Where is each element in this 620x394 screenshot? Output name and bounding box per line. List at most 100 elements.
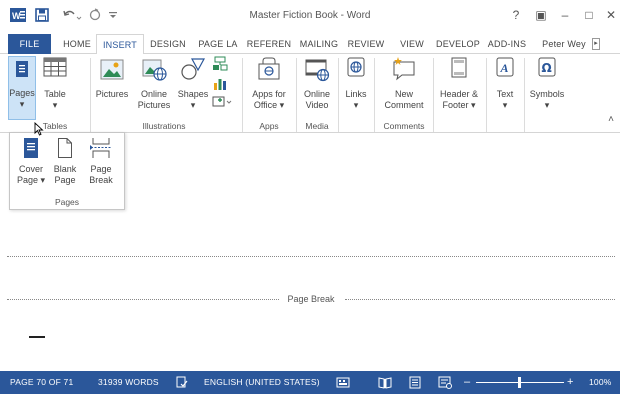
header-footer-label-1: Header & <box>439 89 479 99</box>
pages-dropdown-menu: Cover Page ▾ Blank Page Page Break Pages <box>9 132 125 210</box>
pages-button[interactable]: Pages ▾ <box>8 56 36 120</box>
links-button[interactable]: Links ▾ <box>341 56 371 111</box>
new-comment-icon <box>391 56 417 82</box>
pages-group-label: Pages <box>54 197 80 207</box>
help-button[interactable]: ? <box>507 6 525 24</box>
tab-developer[interactable]: DEVELOP <box>434 34 482 54</box>
zoom-out-button[interactable]: – <box>464 371 470 394</box>
group-separator <box>374 58 375 132</box>
group-media-label: Media <box>305 121 329 131</box>
symbols-label: Symbols <box>529 89 565 99</box>
shapes-icon <box>180 56 206 82</box>
tab-file[interactable]: FILE <box>8 34 51 54</box>
window-title: Master Fiction Book - Word <box>249 10 371 21</box>
ribbon-insert: Pages ▾ Table ▾ Tables Pictures Online P… <box>0 54 620 133</box>
language-status[interactable]: ENGLISH (UNITED STATES) <box>204 371 320 394</box>
page-boundary-line <box>7 256 615 257</box>
new-comment-label-2: Comment <box>384 100 424 110</box>
zoom-slider-thumb[interactable] <box>518 377 521 388</box>
tab-mailings[interactable]: MAILING <box>295 34 343 54</box>
proofing-icon[interactable] <box>176 376 188 389</box>
text-button[interactable]: A Text ▾ <box>490 56 520 111</box>
group-illustrations-label: Illustrations <box>142 121 186 131</box>
cover-page-icon <box>23 137 39 159</box>
tab-home[interactable]: HOME <box>58 34 96 54</box>
text-dropdown-arrow: ▾ <box>502 100 508 110</box>
pictures-button[interactable]: Pictures <box>94 56 130 100</box>
text-cursor <box>29 336 45 338</box>
minimize-button[interactable]: – <box>556 6 574 24</box>
tabs-scroll-right-icon[interactable]: ▸ <box>592 38 600 50</box>
online-pictures-label-1: Online <box>140 89 167 99</box>
title-bar: W Master Fiction Book - Word ? ▣ – □ ✕ <box>0 0 620 34</box>
tab-add-ins[interactable]: ADD-INS <box>484 34 530 54</box>
new-comment-button[interactable]: New Comment <box>378 56 430 111</box>
print-layout-icon[interactable] <box>408 376 422 389</box>
svg-text:Ω: Ω <box>542 61 552 75</box>
online-video-button[interactable]: Online Video <box>299 56 335 111</box>
pages-icon <box>14 60 30 78</box>
table-button[interactable]: Table ▾ <box>40 56 70 111</box>
table-dropdown-arrow: ▾ <box>52 100 58 110</box>
links-label: Links <box>345 89 367 99</box>
smartart-icon[interactable] <box>212 56 228 72</box>
tab-page-layout[interactable]: PAGE LA <box>194 34 242 54</box>
page-break-label: Page Break <box>285 294 337 304</box>
page-break-button[interactable]: Page Break <box>86 137 116 186</box>
shapes-dropdown-arrow: ▾ <box>190 100 196 110</box>
header-footer-button[interactable]: Header & Footer ▾ <box>436 56 482 111</box>
new-comment-label-1: New <box>394 89 413 99</box>
tab-insert[interactable]: INSERT <box>96 34 144 55</box>
account-name[interactable]: Peter Wey <box>536 34 592 54</box>
status-bar: PAGE 70 OF 71 31939 WORDS ENGLISH (UNITE… <box>0 371 620 394</box>
apps-for-office-button[interactable]: Apps for Office ▾ <box>246 56 292 111</box>
blank-page-button[interactable]: Blank Page <box>50 137 80 186</box>
screenshot-icon[interactable] <box>212 94 234 108</box>
web-layout-icon[interactable] <box>438 376 452 389</box>
zoom-in-button[interactable]: + <box>567 371 574 394</box>
symbols-dropdown-arrow: ▾ <box>544 100 550 110</box>
macro-recording-icon[interactable] <box>336 376 350 389</box>
blank-page-icon <box>57 137 73 159</box>
pages-label: Pages <box>9 88 35 98</box>
tab-references[interactable]: REFEREN <box>245 34 293 54</box>
close-button[interactable]: ✕ <box>602 6 620 24</box>
page-break-label-2: Break <box>89 175 113 185</box>
tab-view[interactable]: VIEW <box>395 34 429 54</box>
page-break-marker: Page Break <box>7 294 615 304</box>
links-dropdown-arrow: ▾ <box>353 100 359 110</box>
cover-page-label-1: Cover <box>18 164 43 174</box>
group-separator <box>433 58 434 132</box>
group-separator <box>296 58 297 132</box>
blank-page-label-1: Blank <box>53 164 77 174</box>
collapse-ribbon-icon[interactable]: ˄ <box>606 114 616 126</box>
word-count[interactable]: 31939 WORDS <box>98 371 159 394</box>
page-count[interactable]: PAGE 70 OF 71 <box>10 371 73 394</box>
text-icon: A <box>495 56 515 80</box>
blank-page-label-2: Page <box>54 175 76 185</box>
group-apps-label: Apps <box>259 121 279 131</box>
tab-review[interactable]: REVIEW <box>345 34 387 54</box>
online-pictures-button[interactable]: Online Pictures <box>134 56 174 111</box>
group-separator <box>338 58 339 132</box>
group-tables-label: Tables <box>42 121 68 131</box>
tab-design[interactable]: DESIGN <box>146 34 190 54</box>
shapes-button[interactable]: Shapes ▾ <box>176 56 210 111</box>
group-separator <box>90 58 91 132</box>
pages-dropdown-arrow: ▾ <box>19 99 25 109</box>
mouse-cursor-icon <box>34 121 44 136</box>
zoom-level[interactable]: 100% <box>589 371 612 394</box>
ribbon-display-options-button[interactable]: ▣ <box>532 6 550 24</box>
cover-page-button[interactable]: Cover Page ▾ <box>16 137 46 186</box>
symbols-icon: Ω <box>537 56 557 80</box>
symbols-button[interactable]: Ω Symbols ▾ <box>527 56 567 111</box>
page-break-icon <box>90 137 112 159</box>
apps-for-office-icon <box>257 56 281 82</box>
pictures-label: Pictures <box>95 89 129 99</box>
chart-icon[interactable] <box>212 76 228 90</box>
online-video-label-2: Video <box>305 100 329 110</box>
read-mode-icon[interactable] <box>378 376 392 389</box>
page-break-label-1: Page <box>90 164 112 174</box>
maximize-button[interactable]: □ <box>580 6 598 24</box>
pictures-icon <box>99 56 125 82</box>
